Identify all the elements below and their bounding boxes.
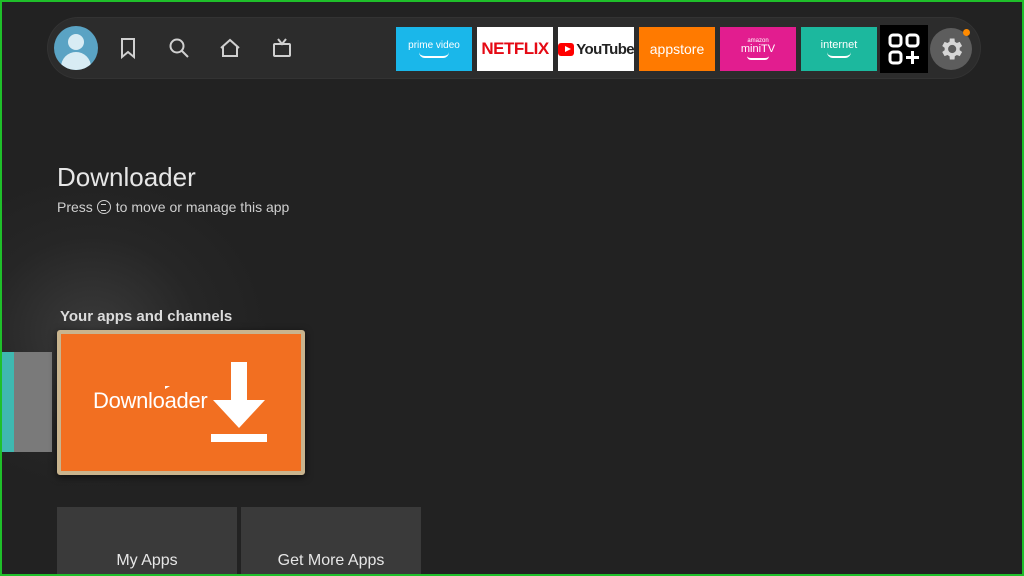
hint-suffix: to move or manage this app: [115, 199, 290, 215]
download-arrow-icon: [211, 362, 267, 442]
prime-video-label: prime video: [408, 39, 460, 51]
appstore-label: appstore: [649, 41, 705, 57]
avatar-body: [61, 52, 91, 70]
tv-icon[interactable]: [270, 36, 294, 60]
app-tile-minitv[interactable]: amazon miniTV: [720, 27, 796, 71]
previous-app-tile[interactable]: [2, 352, 52, 452]
bookmark-icon[interactable]: [116, 36, 140, 60]
menu-button-icon: [96, 200, 111, 214]
profile-avatar[interactable]: [54, 26, 98, 70]
netflix-label: NETFLIX: [481, 39, 549, 58]
pointer-cursor-icon: [165, 386, 170, 389]
home-icon[interactable]: [218, 36, 242, 60]
settings-notification-badge: [963, 29, 970, 36]
my-apps-button[interactable]: My Apps: [57, 507, 237, 574]
section-title-your-apps: Your apps and channels: [60, 308, 233, 325]
focused-app-hint: Press to move or manage this app: [57, 199, 289, 215]
app-tile-youtube[interactable]: YouTube: [558, 27, 634, 71]
internet-smile-icon: [827, 52, 851, 58]
search-icon[interactable]: [167, 36, 191, 60]
app-tile-downloader[interactable]: Downloader: [57, 330, 305, 475]
downloader-tile-label: Downloader: [93, 388, 208, 413]
internet-label: internet: [820, 39, 858, 51]
previous-app-tile-art: [2, 352, 14, 452]
app-tile-all-apps[interactable]: [880, 25, 928, 73]
app-tile-netflix[interactable]: NETFLIX: [477, 27, 553, 71]
get-more-apps-label: Get More Apps: [277, 552, 385, 569]
focused-app-title: Downloader: [57, 162, 196, 192]
avatar-head: [68, 34, 84, 50]
screen-frame: prime video NETFLIX YouTube appstore ama…: [0, 0, 1024, 576]
app-tile-prime-video[interactable]: prime video: [396, 27, 472, 71]
get-more-apps-button[interactable]: Get More Apps: [241, 507, 421, 574]
minitv-smile-icon: [747, 56, 769, 60]
prime-smile-icon: [419, 52, 449, 58]
youtube-play-icon: [558, 42, 575, 56]
all-apps-grid-icon: [888, 33, 920, 65]
minitv-label: miniTV: [740, 43, 776, 55]
app-tile-internet[interactable]: internet: [801, 27, 877, 71]
hint-prefix: Press: [57, 199, 93, 215]
my-apps-label: My Apps: [116, 552, 178, 569]
app-tile-appstore[interactable]: appstore: [639, 27, 715, 71]
youtube-label: YouTube: [576, 40, 634, 58]
